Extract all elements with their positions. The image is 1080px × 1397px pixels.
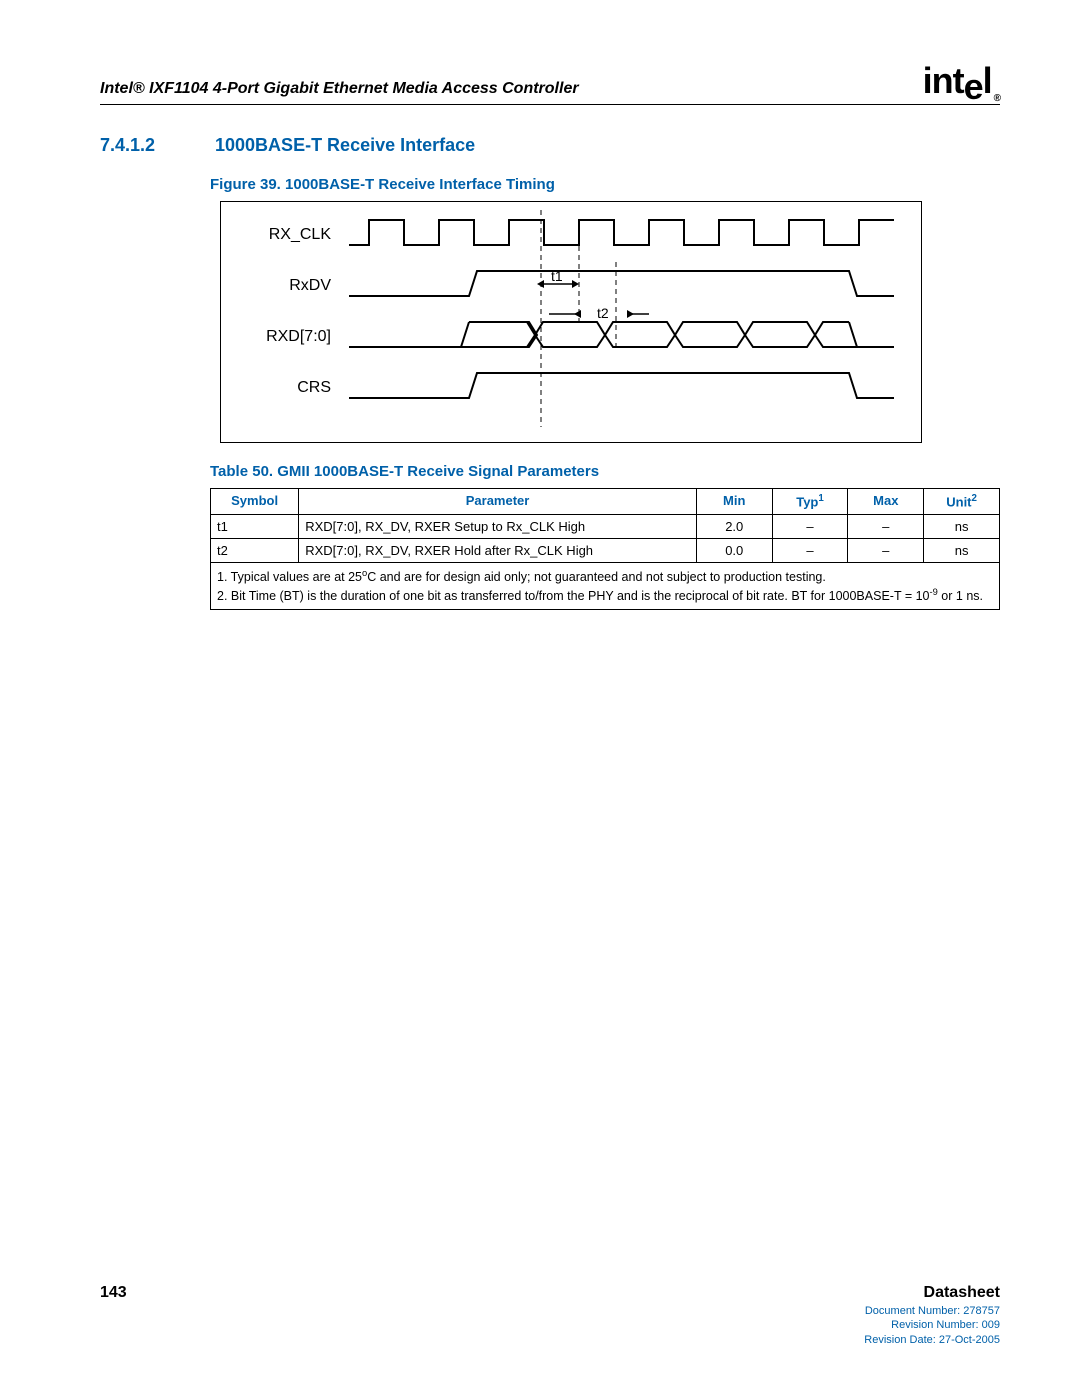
col-symbol: Symbol (211, 489, 299, 514)
table-header-row: Symbol Parameter Min Typ1 Max Unit2 (211, 489, 1000, 514)
col-typ: Typ1 (772, 489, 848, 514)
cell-typ: – (772, 514, 848, 538)
t1-marker: t1 (551, 268, 563, 284)
parameter-table: Symbol Parameter Min Typ1 Max Unit2 t1 R… (210, 488, 1000, 609)
waveform-rxclk (349, 215, 899, 255)
signal-row-rxdv: RxDV t1 (221, 263, 921, 308)
section-number: 7.4.1.2 (100, 135, 210, 156)
cell-max: – (848, 514, 924, 538)
col-parameter: Parameter (299, 489, 697, 514)
section-heading: 7.4.1.2 1000BASE-T Receive Interface (100, 135, 1000, 156)
section-title: 1000BASE-T Receive Interface (215, 135, 475, 155)
cell-min: 2.0 (696, 514, 772, 538)
t2-marker: t2 (597, 306, 609, 321)
document-title: Intel® IXF1104 4-Port Gigabit Ethernet M… (100, 80, 579, 104)
t2-marker-area: t2 (349, 306, 899, 324)
page-footer: 143 Datasheet Document Number: 278757 Re… (100, 1284, 1000, 1347)
page-number: 143 (100, 1284, 127, 1302)
waveform-crs (349, 368, 899, 408)
header-rule (100, 104, 1000, 105)
timing-diagram: RX_CLK RxDV t1 t2 (220, 201, 922, 443)
rev-date: Revision Date: 27-Oct-2005 (864, 1333, 1000, 1347)
doc-number: Document Number: 278757 (864, 1304, 1000, 1318)
signal-label: CRS (221, 379, 349, 397)
col-max: Max (848, 489, 924, 514)
cell-symbol: t1 (211, 514, 299, 538)
header-row: Intel® IXF1104 4-Port Gigabit Ethernet M… (100, 60, 1000, 104)
intel-logo: intel® (923, 60, 1000, 104)
table-caption: Table 50. GMII 1000BASE-T Receive Signal… (210, 463, 1000, 480)
col-min: Min (696, 489, 772, 514)
cell-min: 0.0 (696, 538, 772, 562)
table-notes-row: 1. Typical values are at 25oC and are fo… (211, 562, 1000, 609)
table-notes: 1. Typical values are at 25oC and are fo… (211, 562, 1000, 609)
datasheet-label: Datasheet (864, 1284, 1000, 1302)
signal-row-crs: CRS (221, 365, 921, 410)
signal-row-rxclk: RX_CLK (221, 212, 921, 257)
waveform-rxdv: t1 (349, 266, 899, 306)
rev-number: Revision Number: 009 (864, 1318, 1000, 1332)
footer-right: Datasheet Document Number: 278757 Revisi… (864, 1284, 1000, 1347)
cell-symbol: t2 (211, 538, 299, 562)
cell-max: – (848, 538, 924, 562)
registered-mark: ® (994, 93, 1000, 104)
cell-parameter: RXD[7:0], RX_DV, RXER Hold after Rx_CLK … (299, 538, 697, 562)
page: Intel® IXF1104 4-Port Gigabit Ethernet M… (0, 0, 1080, 1397)
cell-unit: ns (924, 538, 1000, 562)
signal-label: RXD[7:0] (221, 328, 349, 346)
figure-caption: Figure 39. 1000BASE-T Receive Interface … (210, 176, 1000, 193)
signal-label: RX_CLK (221, 226, 349, 244)
table-row: t1 RXD[7:0], RX_DV, RXER Setup to Rx_CLK… (211, 514, 1000, 538)
cell-typ: – (772, 538, 848, 562)
col-unit: Unit2 (924, 489, 1000, 514)
signal-label: RxDV (221, 277, 349, 295)
table-row: t2 RXD[7:0], RX_DV, RXER Hold after Rx_C… (211, 538, 1000, 562)
cell-parameter: RXD[7:0], RX_DV, RXER Setup to Rx_CLK Hi… (299, 514, 697, 538)
cell-unit: ns (924, 514, 1000, 538)
